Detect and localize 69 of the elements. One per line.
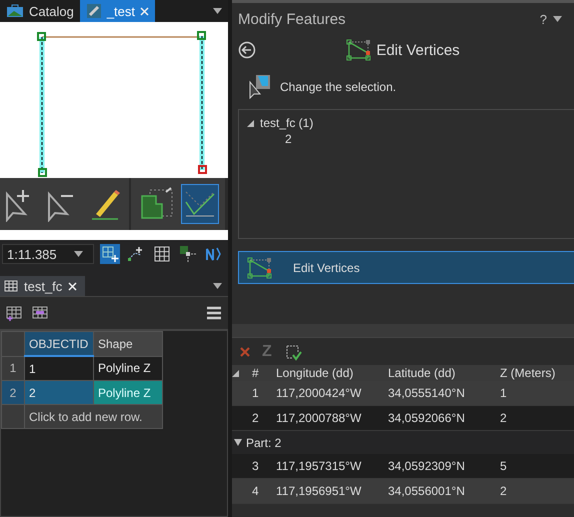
map-icon [86, 3, 102, 19]
hint-text: Change the selection. [280, 80, 396, 94]
tree-item[interactable]: test_fc (1) [260, 116, 314, 130]
close-icon[interactable] [68, 282, 78, 290]
snapping-icon[interactable] [101, 245, 119, 263]
table-cell-text: 5 [499, 459, 508, 473]
dropdown-caret-icon[interactable] [213, 8, 222, 14]
add-row-prompt[interactable]: Click to add new row. [24, 404, 162, 428]
table-icon [4, 280, 18, 292]
map-tab[interactable]: _test [80, 0, 155, 22]
row-number[interactable]: 2 [2, 380, 24, 404]
column-header[interactable]: # [252, 366, 272, 380]
expand-toggle-icon[interactable] [247, 120, 254, 126]
select-all-icon[interactable] [232, 370, 239, 377]
table-cell-text: 117,1957315°W [275, 459, 362, 473]
vertex-edit-icon [247, 256, 273, 278]
row-number[interactable]: 1 [2, 356, 24, 380]
table-cell: 1 [24, 356, 94, 380]
vertex-row[interactable]: 4 117,1956951°W 34,0556001°N 2 [232, 479, 574, 504]
add-row-icon[interactable] [6, 305, 22, 321]
delete-icon[interactable] [240, 346, 250, 356]
vertex-row[interactable]: 2 117,2000788°W 34,0592066°N 2 [232, 406, 574, 431]
tool-item[interactable]: Edit Vertices [238, 251, 574, 284]
transform-icon[interactable] [127, 245, 145, 263]
table-cell-text: 34,0555140°N [387, 386, 466, 400]
dropdown-caret-icon[interactable] [74, 251, 83, 257]
dropdown-caret-icon[interactable] [213, 283, 222, 289]
help-button[interactable]: ? [540, 12, 547, 26]
table-cell-text: 117,2000424°W [275, 386, 362, 400]
table-cell: Polyline Z [94, 356, 162, 380]
tree-item[interactable]: 2 [285, 132, 292, 146]
table-cell-text: 2 [499, 411, 508, 425]
vertex-edit-icon [346, 39, 372, 61]
table-cell-text: 2 [499, 484, 508, 498]
column-header[interactable]: OBJECTID [24, 332, 94, 356]
part-label: Part: 2 [246, 436, 282, 450]
back-icon[interactable] [238, 41, 256, 59]
table-cell-text: 34,0592309°N [387, 459, 466, 473]
delete-row-icon[interactable] [32, 305, 48, 321]
table-cell-text: 34,0556001°N [387, 484, 466, 498]
column-header[interactable]: Z (Meters) [496, 366, 574, 380]
briefcase-icon [6, 4, 24, 18]
grid-icon[interactable] [154, 246, 170, 262]
column-header[interactable]: Shape [94, 332, 162, 356]
vertex-row[interactable]: 3 117,1957315°W 34,0592309°N 5 [232, 454, 574, 479]
vertex-row[interactable]: 1 117,2000424°W 34,0555140°N 1 [232, 381, 574, 406]
table-cell-text: 2 [252, 411, 260, 425]
finish-icon[interactable] [284, 342, 302, 360]
table-cell-text: 1 [499, 386, 508, 400]
table-cell: Polyline Z [94, 380, 162, 404]
selection-cursor-icon[interactable] [248, 74, 272, 100]
pane-title: Modify Features [238, 10, 346, 28]
table-tab[interactable]: test_fc [0, 276, 86, 296]
table-cell-text: 3 [252, 459, 260, 473]
menu-icon[interactable] [206, 306, 222, 320]
north-arrow-icon[interactable] [205, 245, 223, 263]
table-cell-text: 4 [252, 484, 260, 498]
table-cell-text: 117,1956951°W [275, 484, 362, 498]
expand-toggle-icon[interactable] [234, 439, 242, 446]
column-header[interactable]: Latitude (dd) [384, 366, 496, 380]
tool-title: Edit Vertices [376, 42, 460, 58]
constraint-icon[interactable] [179, 245, 197, 263]
dropdown-caret-icon[interactable] [553, 16, 562, 22]
table-cell: 2 [24, 380, 94, 404]
scale-dropdown[interactable]: 1:11.385 [2, 244, 94, 264]
table-cell-text: 34,0592066°N [387, 411, 466, 425]
column-header[interactable]: Longitude (dd) [272, 366, 384, 380]
table-cell-text: 117,2000788°W [275, 411, 362, 425]
table-cell-text: 1 [252, 386, 260, 400]
